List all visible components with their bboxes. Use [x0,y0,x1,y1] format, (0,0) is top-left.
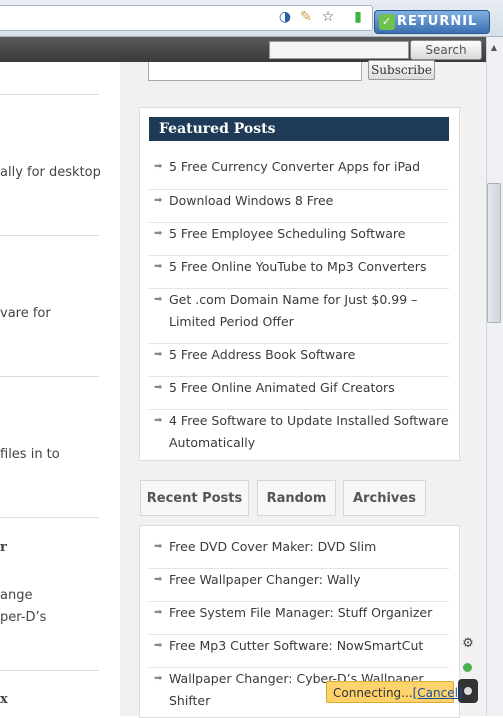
featured-post-item[interactable]: ➡ 5 Free Online Animated Gif Creators [149,377,449,410]
arrow-icon: ➡ [154,161,163,172]
divider [0,376,99,377]
returnil-label: RETURNIL [397,14,478,29]
post-link[interactable]: 5 Free Employee Scheduling Software [149,223,449,245]
recent-post-item[interactable]: ➡ Free Wallpaper Changer: Wally [149,569,449,602]
post-link[interactable]: Download Windows 8 Free [149,190,449,212]
email-field[interactable] [148,62,362,81]
featured-post-item[interactable]: ➡ 5 Free Address Book Software [149,344,449,377]
article-snippet[interactable]: per-D’s [0,610,46,625]
divider [0,235,99,236]
search-input[interactable] [269,41,409,59]
article-snippet[interactable]: files in to [0,447,60,462]
post-link[interactable]: Free System File Manager: Stuff Organize… [149,602,449,624]
cancel-link[interactable]: [Cancel] [413,686,463,700]
article-snippet[interactable]: ally for desktop [0,165,101,180]
article-title-fragment[interactable]: r [0,540,7,555]
featured-post-item[interactable]: ➡ 5 Free Employee Scheduling Software [149,223,449,256]
featured-post-item[interactable]: ➡ 5 Free Online YouTube to Mp3 Converters [149,256,449,289]
recent-post-item[interactable]: ➡ Free System File Manager: Stuff Organiz… [149,602,449,635]
post-link[interactable]: Free Wallpaper Changer: Wally [149,569,449,591]
arrow-icon: ➡ [154,415,163,426]
tab-random[interactable]: Random [257,480,336,516]
status-indicator [463,663,472,672]
arrow-icon: ➡ [154,228,163,239]
recent-post-item[interactable]: ➡ Free DVD Cover Maker: DVD Slim [149,536,449,569]
tab-recent-posts[interactable]: Recent Posts [140,480,249,516]
featured-post-item[interactable]: ➡ Download Windows 8 Free [149,190,449,223]
article-snippet[interactable]: vare for [0,306,51,321]
article-snippet[interactable]: ange [0,588,32,603]
featured-post-item[interactable]: ➡ Get .com Domain Name for Just $0.99 – L… [149,289,449,344]
search-button[interactable]: Search [410,40,482,60]
divider [0,670,99,671]
returnil-logo-icon: ✓ [379,14,395,30]
subscribe-button[interactable]: Subscribe [368,60,435,80]
post-link[interactable]: 5 Free Online YouTube to Mp3 Converters [149,256,449,278]
dot-icon [464,687,472,695]
gear-icon[interactable]: ⚙ [460,636,476,652]
featured-post-item[interactable]: ➡ 4 Free Software to Update Installed Sof… [149,410,449,456]
scroll-up-arrow-icon[interactable]: ▲ [487,40,501,56]
post-link[interactable]: Get .com Domain Name for Just $0.99 – Li… [149,289,449,333]
arrow-icon: ➡ [154,541,163,552]
post-link[interactable]: Free Mp3 Cutter Software: NowSmartCut [149,635,449,657]
connecting-notification: Connecting...[Cancel] [326,681,463,703]
arrow-icon: ➡ [154,349,163,360]
bookmark-star-icon[interactable]: ☆ [320,9,336,25]
address-bar[interactable] [0,5,373,31]
divider [0,517,99,518]
post-link[interactable]: 5 Free Online Animated Gif Creators [149,377,449,399]
signal-icon[interactable]: ▮ [350,9,366,25]
feed-icon[interactable]: ◑ [277,9,293,25]
post-link[interactable]: 5 Free Address Book Software [149,344,449,366]
post-link[interactable]: 5 Free Currency Converter Apps for iPad [149,156,449,178]
scrollbar[interactable] [486,37,503,716]
tab-archives[interactable]: Archives [343,480,426,516]
arrow-icon: ➡ [154,673,163,684]
arrow-icon: ➡ [154,195,163,206]
arrow-icon: ➡ [154,607,163,618]
featured-posts-title: Featured Posts [149,117,449,141]
arrow-icon: ➡ [154,640,163,651]
post-link[interactable]: Free DVD Cover Maker: DVD Slim [149,536,449,558]
post-link[interactable]: 4 Free Software to Update Installed Soft… [149,410,449,454]
scrollbar-thumb[interactable] [487,183,501,323]
arrow-icon: ➡ [154,261,163,272]
arrow-icon: ➡ [154,382,163,393]
recent-post-item[interactable]: ➡ Free Mp3 Cutter Software: NowSmartCut [149,635,449,668]
divider [0,94,99,95]
article-title-fragment[interactable]: x [0,692,8,707]
arrow-icon: ➡ [154,294,163,305]
arrow-icon: ➡ [154,574,163,585]
connecting-label: Connecting... [333,686,413,700]
featured-post-item[interactable]: ➡ 5 Free Currency Converter Apps for iPad [149,156,449,190]
returnil-button[interactable]: ✓ RETURNIL [374,10,490,34]
extension-icon[interactable]: ✎ [298,9,314,25]
